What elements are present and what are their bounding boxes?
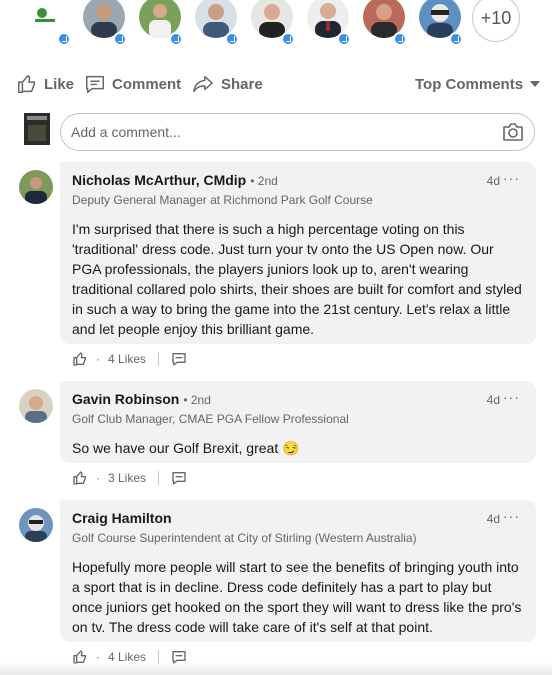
thumbs-up-icon — [18, 75, 36, 93]
share-icon — [193, 75, 213, 93]
more-options-icon[interactable]: ··· — [503, 389, 520, 405]
more-options-icon[interactable]: ··· — [503, 508, 520, 524]
commenter-headline: Deputy General Manager at Richmond Park … — [72, 193, 373, 207]
reactors-row: +10 — [0, 0, 552, 48]
commenter-name[interactable]: Nicholas McArthur, CMdip — [72, 172, 246, 188]
commenter-headline: Golf Club Manager, CMAE PGA Fellow Profe… — [72, 412, 349, 426]
comment-bubble: Craig Hamilton Golf Course Superintenden… — [60, 500, 536, 642]
like-badge-icon — [113, 32, 127, 46]
comment-actions: · 4 Likes — [72, 348, 187, 370]
comment-icon — [86, 75, 104, 93]
like-comment-icon[interactable] — [72, 351, 88, 367]
connection-degree: • 2nd — [250, 174, 278, 188]
like-count[interactable]: 3 Likes — [108, 471, 146, 485]
separator-dot: · — [96, 352, 100, 366]
comment-bubble: Gavin Robinson • 2nd Golf Club Manager, … — [60, 381, 536, 463]
like-comment-icon[interactable] — [72, 470, 88, 486]
like-badge-icon — [393, 32, 407, 46]
reply-icon[interactable] — [171, 351, 187, 367]
commenter-avatar[interactable] — [19, 389, 53, 423]
commenter-name[interactable]: Gavin Robinson — [72, 391, 179, 407]
divider — [158, 471, 160, 485]
caret-down-icon — [530, 81, 541, 87]
reactor-logo-avatar[interactable] — [23, 0, 65, 38]
connection-degree: • 2nd — [183, 393, 211, 407]
sort-comments-dropdown[interactable]: Top Comments — [415, 68, 541, 100]
like-count[interactable]: 4 Likes — [108, 352, 146, 366]
comment-text: So we have our Golf Brexit, great 😏 — [72, 440, 300, 456]
sort-label: Top Comments — [415, 75, 524, 93]
reply-icon[interactable] — [171, 470, 187, 486]
comment-composer — [0, 110, 552, 154]
camera-icon[interactable] — [502, 122, 524, 147]
separator-dot: · — [96, 471, 100, 485]
like-badge-icon — [57, 32, 71, 46]
comment-bubble: Nicholas McArthur, CMdip • 2nd Deputy Ge… — [60, 162, 536, 344]
comment-text: Hopefully more people will start to see … — [72, 559, 522, 635]
bottom-fade — [0, 662, 552, 675]
more-reactors-button[interactable]: +10 — [472, 0, 520, 42]
share-label: Share — [221, 75, 263, 93]
commenter-headline: Golf Course Superintendent at City of St… — [72, 531, 417, 545]
share-button[interactable]: Share — [191, 68, 263, 100]
social-actions-bar: Like Comment Share Top Comments — [0, 68, 552, 100]
comment-text: I'm surprised that there is such a high … — [72, 221, 522, 337]
comment-label: Comment — [112, 75, 182, 93]
commenter-avatar[interactable] — [19, 508, 53, 542]
commenter-name[interactable]: Craig Hamilton — [72, 510, 172, 526]
more-options-icon[interactable]: ··· — [503, 170, 520, 186]
like-label: Like — [44, 75, 75, 93]
commenter-avatar[interactable] — [19, 170, 53, 204]
like-badge-icon — [337, 32, 351, 46]
comment-time: 4d — [486, 393, 500, 407]
current-user-avatar — [24, 113, 50, 145]
comment-time: 4d — [486, 512, 500, 526]
like-badge-icon — [169, 32, 183, 46]
comment-actions: · 3 Likes — [72, 467, 187, 489]
divider — [158, 352, 160, 366]
like-badge-icon — [225, 32, 239, 46]
like-badge-icon — [281, 32, 295, 46]
like-button[interactable]: Like — [16, 68, 74, 100]
comment-button[interactable]: Comment — [84, 68, 181, 100]
like-badge-icon — [449, 32, 463, 46]
add-comment-input[interactable] — [60, 113, 535, 151]
comment-time: 4d — [486, 174, 500, 188]
